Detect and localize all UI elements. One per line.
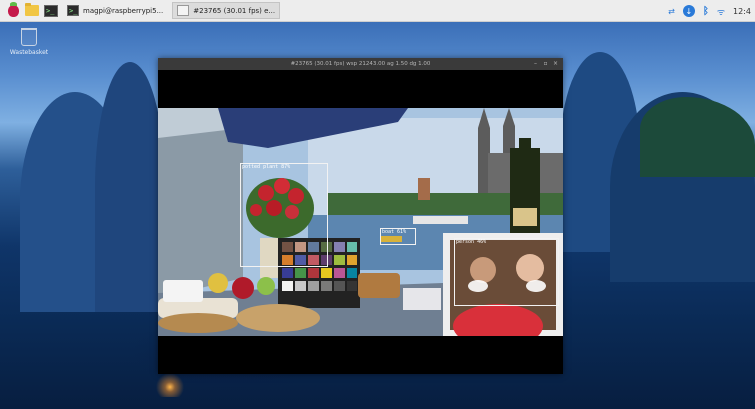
grapes bbox=[257, 277, 275, 295]
lemon bbox=[208, 273, 228, 293]
download-icon[interactable]: ↓ bbox=[682, 5, 695, 17]
box bbox=[403, 288, 441, 310]
detection-box: potted plant 87% bbox=[240, 163, 328, 267]
minimize-icon[interactable]: – bbox=[532, 60, 539, 67]
system-tray: ⇄ ↓ ᛒ ᯤ 12:4 bbox=[660, 0, 751, 22]
updates-icon[interactable]: ⇄ bbox=[668, 7, 675, 16]
taskbar-app-camera[interactable]: #23765 (30.01 fps) e... bbox=[172, 2, 281, 19]
maximize-icon[interactable]: ▫ bbox=[542, 60, 549, 67]
window-title: #23765 (30.01 fps) wsp 21243.00 ag 1.50 … bbox=[290, 61, 431, 67]
wine-label bbox=[513, 208, 537, 226]
boat-ferry bbox=[413, 216, 468, 224]
terminal-launcher-icon[interactable]: >_ bbox=[44, 4, 58, 17]
detection-box: boat 61% bbox=[380, 228, 416, 245]
apple bbox=[232, 277, 254, 299]
detection-label: boat 61% bbox=[382, 229, 407, 235]
terminal-icon: >_ bbox=[67, 5, 79, 16]
cutting-board bbox=[236, 304, 320, 332]
tree-line-right bbox=[640, 97, 755, 177]
file-manager-icon[interactable] bbox=[25, 3, 39, 16]
mountain-left-2 bbox=[95, 62, 165, 312]
wastebasket[interactable]: Wastebasket bbox=[9, 28, 49, 56]
taskbar-app-camera-label: #23765 (30.01 fps) e... bbox=[193, 6, 276, 15]
camera-preview: potted plant 87% boat 61% person 46% bbox=[158, 108, 563, 336]
raspberry-menu-icon[interactable] bbox=[8, 1, 19, 17]
network-icon[interactable]: ᯤ bbox=[717, 5, 725, 18]
taskbar: >_ >_ magpi@raspberrypi5... #23765 (30.0… bbox=[0, 0, 755, 22]
basket bbox=[358, 273, 400, 298]
detection-label: potted plant 87% bbox=[242, 164, 291, 170]
window-icon bbox=[177, 5, 190, 16]
detection-box: person 46% bbox=[454, 238, 559, 306]
window-titlebar[interactable]: #23765 (30.01 fps) wsp 21243.00 ag 1.50 … bbox=[158, 58, 563, 70]
clock[interactable]: 12:4 bbox=[733, 7, 751, 16]
wooden-tray bbox=[158, 313, 238, 333]
close-icon[interactable]: × bbox=[552, 60, 559, 67]
bluetooth-icon[interactable]: ᛒ bbox=[703, 6, 709, 17]
taskbar-app-terminal-label: magpi@raspberrypi5... bbox=[83, 6, 164, 15]
detection-label: person 46% bbox=[456, 239, 487, 245]
taskbar-app-terminal[interactable]: >_ magpi@raspberrypi5... bbox=[62, 2, 168, 19]
wastebasket-label: Wastebasket bbox=[9, 49, 49, 56]
cup bbox=[163, 280, 203, 302]
trash-icon bbox=[21, 28, 37, 46]
camera-window[interactable]: #23765 (30.01 fps) wsp 21243.00 ag 1.50 … bbox=[158, 58, 563, 374]
distant-building bbox=[418, 178, 430, 200]
